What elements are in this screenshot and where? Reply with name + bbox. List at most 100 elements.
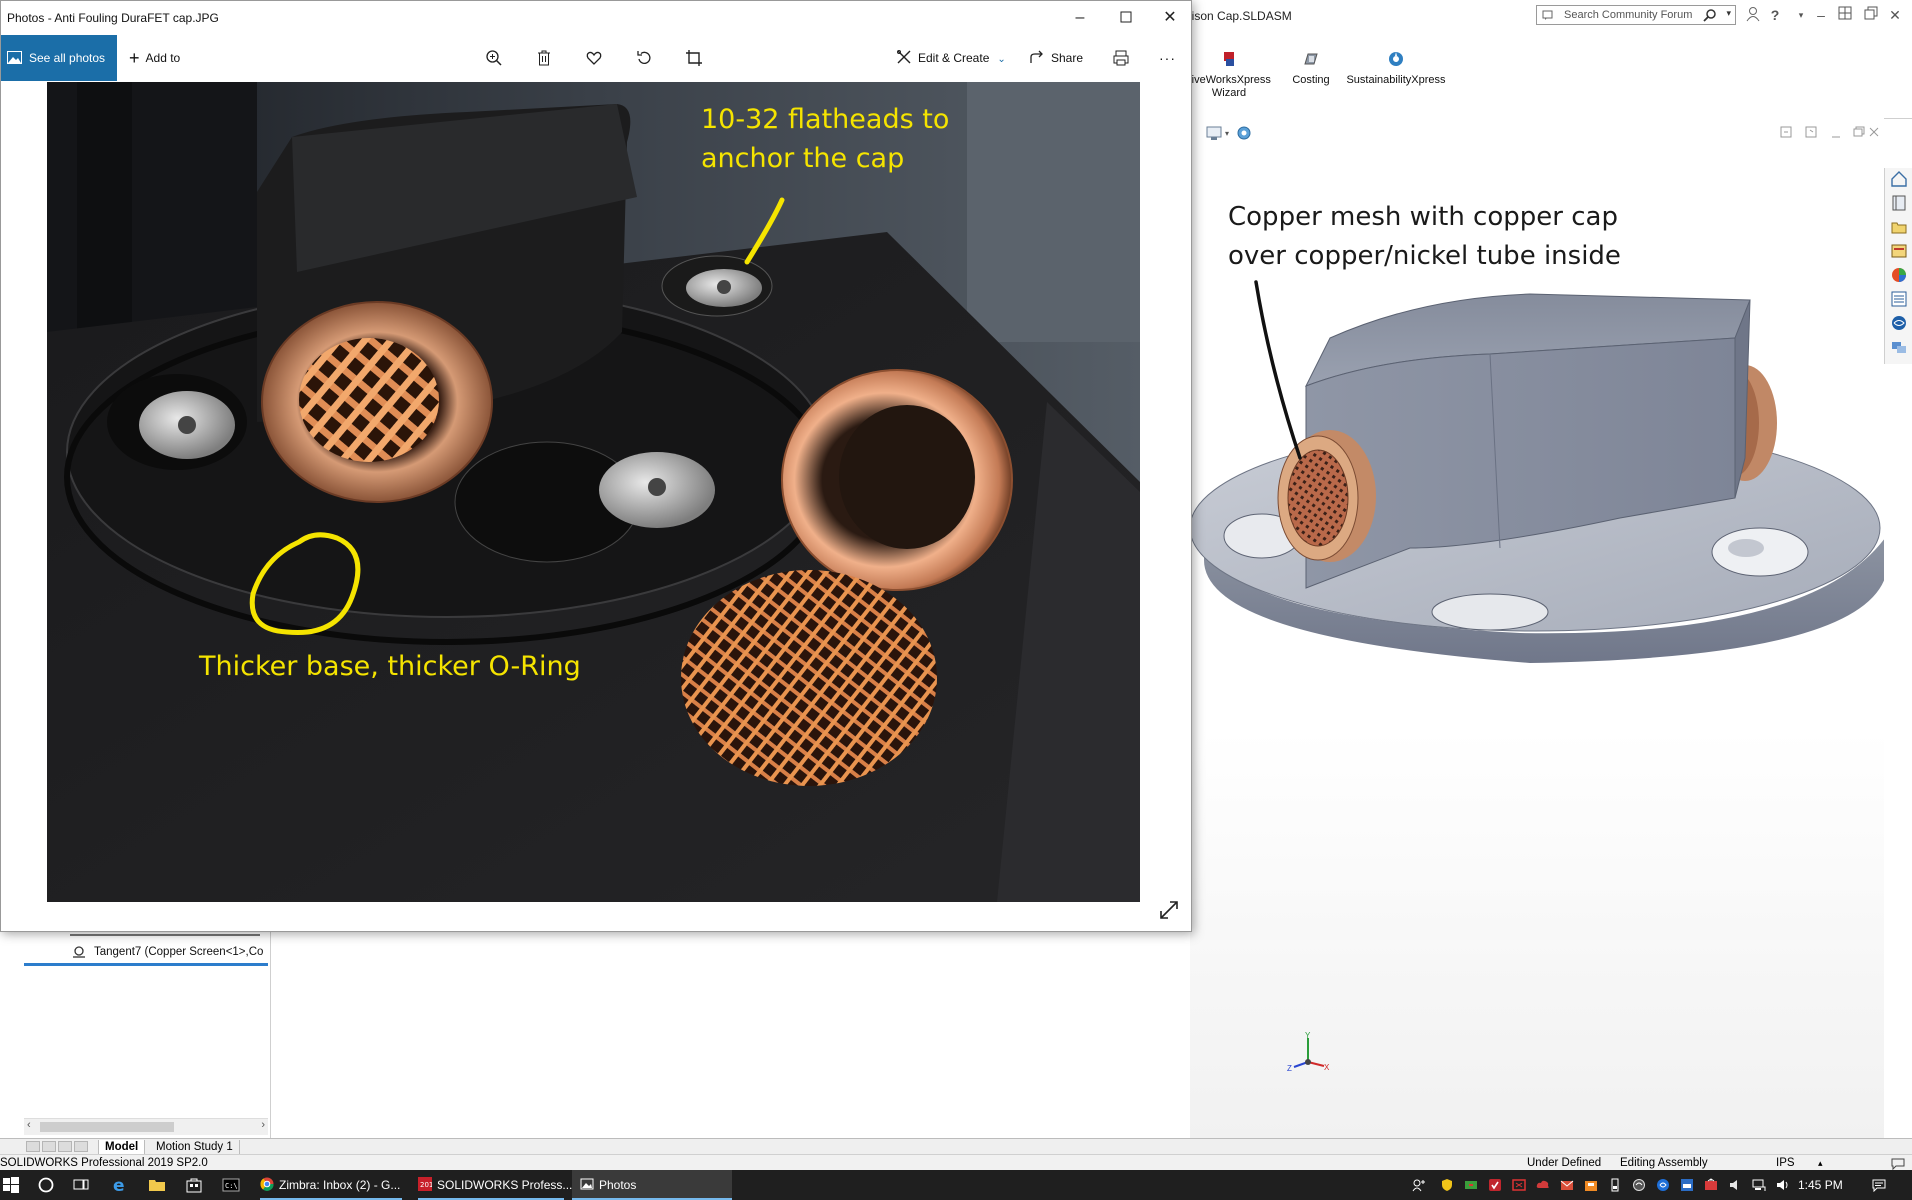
taskbar-app-photos[interactable]: Photos [572, 1170, 732, 1200]
edge-icon[interactable]: e [111, 1176, 129, 1194]
photo-gallery-icon [7, 51, 22, 64]
search-dropdown-icon[interactable]: ▾ [1726, 8, 1731, 19]
ribbon-label: SustainabilityXpress [1346, 74, 1446, 86]
photo-display[interactable]: 10-32 flatheads to anchor the cap Thicke… [47, 82, 1140, 902]
driveworksxpress-button[interactable]: riveWorksXpress Wizard [1188, 50, 1271, 100]
scroll-right-icon[interactable]: › [261, 1119, 265, 1131]
rebuild-icon[interactable] [1890, 1156, 1906, 1170]
rollback-bar[interactable] [24, 963, 268, 966]
close-icon[interactable]: ✕ [1886, 6, 1904, 24]
photos-close-button[interactable]: ✕ [1147, 1, 1193, 35]
tab-next-icon[interactable] [58, 1141, 72, 1152]
sustainabilityxpress-button[interactable]: SustainabilityXpress [1340, 50, 1452, 87]
network-icon[interactable] [1752, 1178, 1766, 1192]
cortana-icon[interactable] [37, 1176, 55, 1194]
toolbox-icon[interactable] [1584, 1178, 1598, 1192]
volume-icon[interactable] [1776, 1178, 1790, 1192]
flatheads-annotation-line1: 10-32 flatheads to [701, 104, 950, 135]
share-icon [1030, 50, 1043, 63]
see-all-photos-button[interactable]: See all photos [1, 35, 117, 81]
tree-horizontal-scrollbar[interactable]: ‹ › [24, 1118, 268, 1135]
power-settings-icon[interactable] [1632, 1178, 1646, 1192]
help-dropdown-icon[interactable]: ▾ [1792, 6, 1810, 24]
bluetooth-sync-icon[interactable] [1656, 1178, 1670, 1192]
tab-motion-study[interactable]: Motion Study 1 [150, 1140, 240, 1154]
add-to-button[interactable]: + Add to [129, 35, 180, 81]
units-dropdown-icon[interactable]: ▴ [1818, 1155, 1823, 1171]
plus-icon: + [129, 48, 140, 68]
tab-first-icon[interactable] [26, 1141, 40, 1152]
cap-assembly-model[interactable] [1190, 118, 1884, 678]
tile-icon[interactable] [1836, 6, 1854, 24]
status-bar: SOLIDWORKS Professional 2019 SP2.0 Under… [0, 1154, 1912, 1171]
more-options-button[interactable]: ··· [1159, 35, 1176, 81]
graphics-viewport[interactable]: ▾ Copper mesh with copper cap over coppe… [1190, 118, 1884, 1138]
magnifier-icon[interactable] [1703, 8, 1717, 22]
task-view-icon[interactable] [72, 1176, 90, 1194]
edit-create-button[interactable]: Edit & Create ⌄ [896, 35, 1006, 81]
rotate-icon[interactable] [635, 49, 653, 67]
scroll-thumb[interactable] [40, 1122, 174, 1132]
solidworks-tray-icon[interactable] [1680, 1178, 1694, 1192]
tab-last-icon[interactable] [74, 1141, 88, 1152]
community-icon[interactable] [1890, 338, 1908, 356]
security-shield-icon[interactable] [1440, 1178, 1454, 1192]
action-center-icon[interactable] [1872, 1178, 1886, 1192]
favorite-heart-icon[interactable] [585, 49, 603, 67]
chevron-down-icon: ⌄ [997, 54, 1006, 65]
status-product: SOLIDWORKS Professional 2019 SP2.0 [0, 1157, 208, 1169]
svg-text:C:\: C:\ [225, 1182, 238, 1190]
taskbar-clock[interactable]: 1:45 PM [1798, 1170, 1843, 1200]
print-icon[interactable] [1112, 49, 1130, 67]
taskbar-app-solidworks[interactable]: 2019 SOLIDWORKS Profess... [414, 1170, 572, 1200]
file-explorer-taskbar-icon[interactable] [148, 1176, 166, 1194]
home-icon[interactable] [1890, 170, 1908, 188]
photos-titlebar[interactable]: Photos - Anti Fouling DuraFET cap.JPG – … [1, 1, 1191, 35]
status-mode[interactable]: Editing Assembly [1620, 1155, 1708, 1171]
edit-create-label: Edit & Create [918, 51, 990, 65]
search-community-input[interactable]: Search Community Forum ▾ [1536, 5, 1736, 25]
photos-maximize-button[interactable] [1103, 1, 1149, 35]
user-icon[interactable] [1744, 6, 1762, 24]
folder-icon[interactable] [1890, 218, 1908, 236]
mail-tray-icon[interactable] [1560, 1178, 1574, 1192]
share-button[interactable]: Share [1029, 35, 1083, 81]
notification-app-icon[interactable] [1512, 1178, 1526, 1192]
crop-icon[interactable] [685, 49, 703, 67]
costing-button[interactable]: Costing [1286, 50, 1336, 87]
resources-icon[interactable] [1890, 194, 1908, 212]
help-icon[interactable]: ? [1766, 6, 1784, 24]
tab-prev-icon[interactable] [42, 1141, 56, 1152]
delete-icon[interactable] [535, 49, 553, 67]
tab-model[interactable]: Model [98, 1140, 146, 1155]
scroll-left-icon[interactable]: ‹ [27, 1119, 31, 1131]
zoom-icon[interactable] [485, 49, 503, 67]
ribbon-label-2: Wizard [1211, 87, 1247, 99]
custom-properties-icon[interactable] [1890, 290, 1908, 308]
minimize-icon[interactable]: – [1812, 6, 1830, 24]
status-units[interactable]: IPS [1776, 1155, 1795, 1171]
appearances-icon[interactable] [1890, 266, 1908, 284]
command-prompt-icon[interactable]: C:\ [222, 1176, 240, 1194]
people-icon[interactable] [1412, 1178, 1426, 1192]
network-drive-icon[interactable] [1464, 1178, 1478, 1192]
tree-item[interactable]: Tangent7 (Copper Screen<1>,Co [94, 946, 263, 958]
cloud-sync-icon[interactable] [1536, 1178, 1550, 1192]
update-tray-icon[interactable] [1704, 1178, 1718, 1192]
windows-start-icon[interactable] [2, 1176, 20, 1194]
speaker-warning-icon[interactable] [1728, 1178, 1742, 1192]
usb-device-icon[interactable] [1608, 1178, 1622, 1192]
solidworks-forum-icon[interactable] [1890, 314, 1908, 332]
document-title: bison Cap.SLDASM [1185, 9, 1292, 23]
restore-icon[interactable] [1862, 6, 1880, 24]
file-explorer-icon[interactable] [1890, 242, 1908, 260]
store-icon[interactable] [185, 1176, 203, 1194]
photos-minimize-button[interactable]: – [1057, 1, 1103, 35]
svg-text:2019: 2019 [420, 1181, 432, 1189]
taskbar-app-chrome[interactable]: Zimbra: Inbox (2) - G... [256, 1170, 406, 1200]
expand-fullscreen-icon[interactable] [1158, 899, 1180, 921]
antivirus-icon[interactable] [1488, 1178, 1502, 1192]
costing-icon [1304, 53, 1318, 65]
photos-window-title: Photos - Anti Fouling DuraFET cap.JPG [7, 11, 219, 25]
taskbar-app-label: Photos [599, 1178, 637, 1192]
